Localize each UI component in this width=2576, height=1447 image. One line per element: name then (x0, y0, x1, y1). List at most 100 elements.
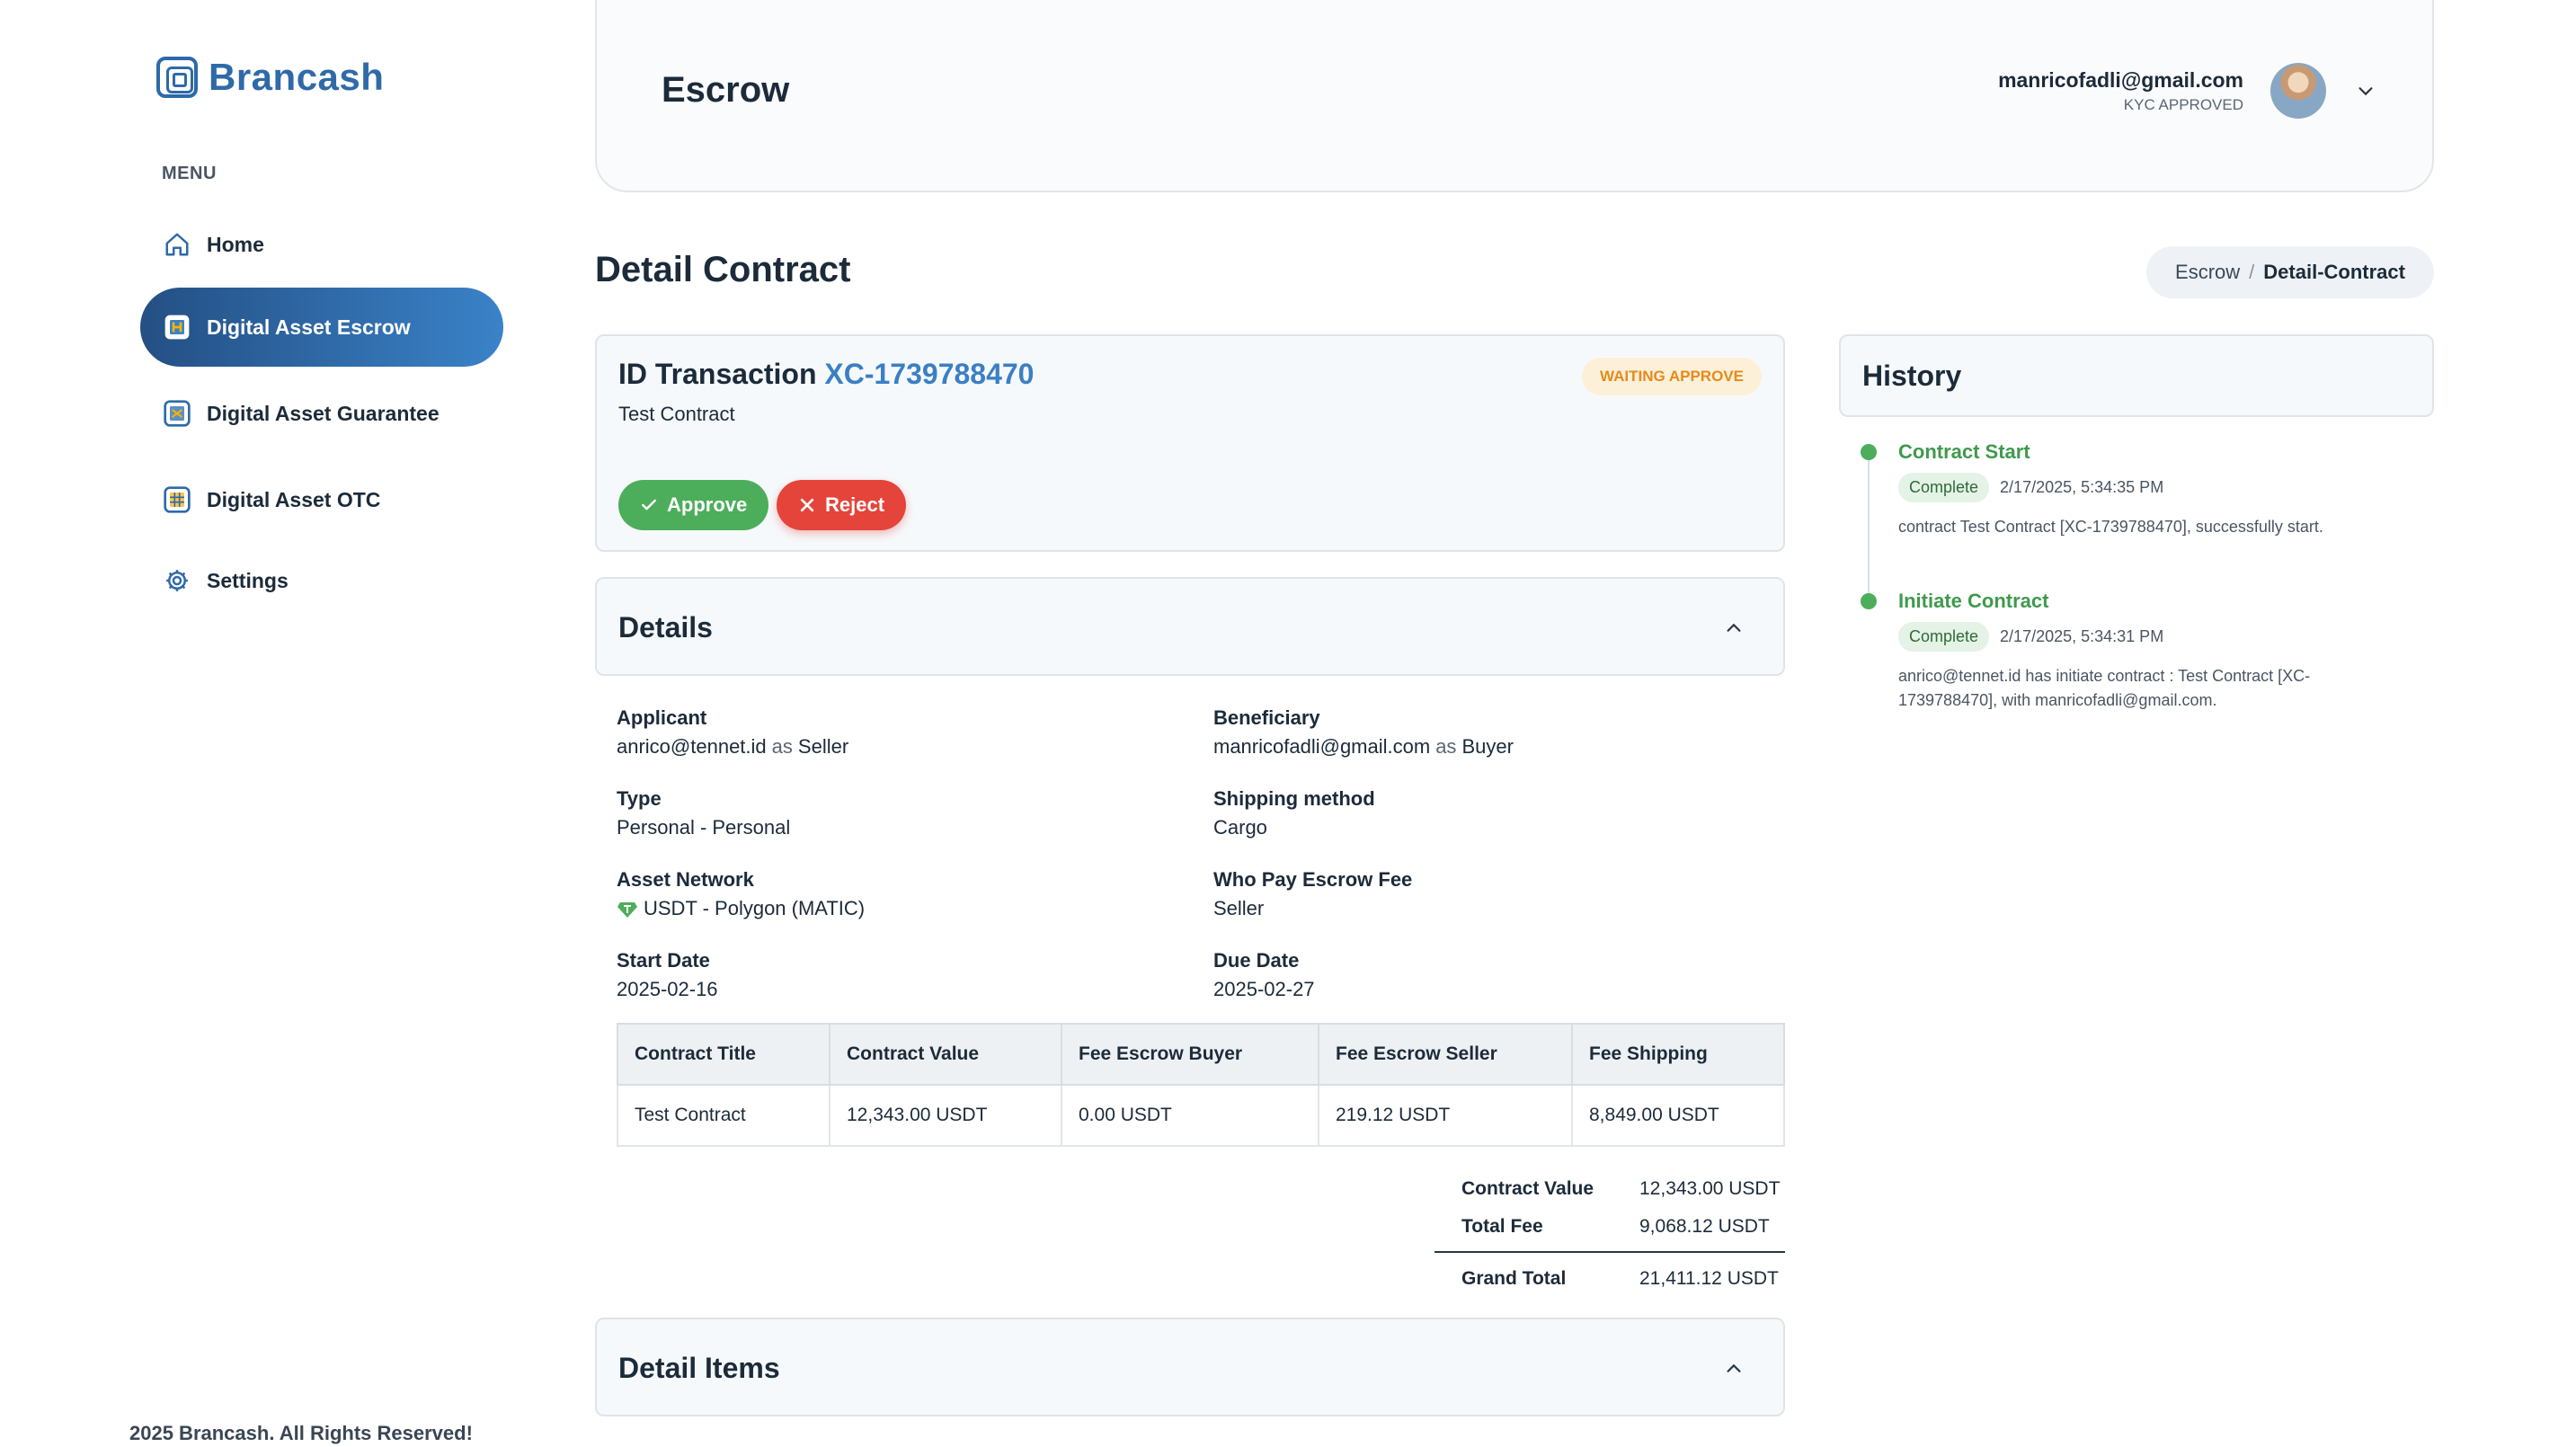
details-section-header[interactable]: Details (595, 577, 1785, 676)
column-header: Fee Shipping (1571, 1023, 1785, 1086)
beneficiary-role: Buyer (1461, 735, 1514, 758)
table-header-row: Contract Title Contract Value Fee Escrow… (617, 1023, 1785, 1086)
network-text: USDT - Polygon (MATIC) (644, 897, 866, 919)
sidebar-item-home[interactable]: Home (140, 205, 503, 284)
detail-items-title: Detail Items (618, 1352, 780, 1384)
brand-name: Brancash (209, 56, 385, 98)
applicant-field: Applicant anrico@tennet.id as Seller (617, 706, 848, 759)
network-label: Asset Network (617, 868, 754, 891)
fee-payer-field: Who Pay Escrow Fee Seller (1213, 868, 1412, 920)
escrow-icon (162, 312, 192, 342)
column-header: Fee Escrow Buyer (1061, 1023, 1319, 1086)
grand-total-row: Grand Total 21,411.12 USDT (1435, 1260, 1785, 1298)
brand-logo[interactable]: Brancash (156, 56, 384, 99)
reject-label: Reject (825, 493, 885, 516)
fee-table: Contract Title Contract Value Fee Escrow… (617, 1023, 1785, 1147)
total-fee-label: Total Fee (1461, 1216, 1543, 1237)
detail-items-section-header[interactable]: Detail Items (595, 1318, 1785, 1416)
applicant-label: Applicant (617, 706, 707, 729)
event-description: anrico@tennet.id has initiate contract :… (1898, 667, 2311, 709)
column-header: Fee Escrow Seller (1318, 1023, 1573, 1086)
approve-button[interactable]: Approve (618, 480, 769, 530)
sidebar-item-settings[interactable]: Settings (140, 541, 503, 620)
approve-label: Approve (667, 493, 748, 516)
shipping-value: Cargo (1213, 816, 1267, 839)
reject-button[interactable]: Reject (777, 480, 907, 530)
otc-icon (162, 484, 192, 515)
applicant-email: anrico@tennet.id (617, 735, 767, 758)
menu-label: MENU (162, 164, 217, 183)
sidebar-item-label: Settings (207, 568, 289, 592)
contract-value-row: Contract Value 12,343.00 USDT (1435, 1170, 1785, 1208)
contract-name: Test Contract (618, 403, 735, 425)
sidebar-item-digital-asset-otc[interactable]: Digital Asset OTC (140, 460, 503, 539)
history-event: Initiate Contract Complete 2/17/2025, 5:… (1861, 590, 2418, 713)
column-header: Contract Title (617, 1023, 831, 1086)
table-cell: 8,849.00 USDT (1571, 1084, 1785, 1147)
history-card: History (1839, 334, 2434, 417)
totals-summary: Contract Value 12,343.00 USDT Total Fee … (1435, 1170, 1785, 1298)
usdt-icon (617, 898, 638, 919)
type-label: Type (617, 787, 662, 810)
history-event: Contract Start Complete 2/17/2025, 5:34:… (1861, 440, 2418, 539)
shipping-field: Shipping method Cargo (1213, 787, 1375, 839)
network-value: USDT - Polygon (MATIC) (617, 897, 865, 920)
type-value: Personal - Personal (617, 816, 791, 839)
table-cell: 12,343.00 USDT (829, 1084, 1062, 1147)
contract-value-label: Contract Value (1461, 1178, 1594, 1199)
history-title: History (1862, 360, 1962, 392)
beneficiary-field: Beneficiary manricofadli@gmail.com as Bu… (1213, 706, 1514, 759)
sidebar-item-digital-asset-guarantee[interactable]: Digital Asset Guarantee (140, 374, 503, 453)
footer-copyright: 2025 Brancash. All Rights Reserved! (129, 1422, 473, 1444)
timeline-dot (1861, 444, 1877, 460)
grand-total-amount: 21,411.12 USDT (1639, 1268, 1779, 1289)
avatar[interactable] (2270, 63, 2326, 119)
beneficiary-email: manricofadli@gmail.com (1213, 735, 1431, 758)
sidebar-item-label: Digital Asset Escrow (207, 315, 411, 339)
grand-total-label: Grand Total (1461, 1268, 1567, 1289)
total-fee-amount: 9,068.12 USDT (1639, 1216, 1770, 1237)
breadcrumb: Escrow / Detail-Contract (2146, 246, 2434, 298)
applicant-as: as (771, 735, 793, 758)
chevron-up-icon[interactable] (1720, 1355, 1747, 1382)
event-title: Contract Start (1898, 440, 2030, 463)
totals-divider (1435, 1251, 1785, 1253)
kyc-status: KYC APPROVED (2123, 95, 2243, 113)
chevron-up-icon[interactable] (1720, 615, 1747, 642)
network-field: Asset Network USDT - Polygon (MATIC) (617, 868, 865, 920)
sidebar-item-label: Home (207, 232, 264, 256)
timeline-dot (1861, 593, 1877, 609)
due-date-field: Due Date 2025-02-27 (1213, 949, 1315, 1001)
sidebar-item-digital-asset-escrow[interactable]: Digital Asset Escrow (140, 288, 503, 367)
check-icon (642, 499, 656, 510)
table-row: Test Contract 12,343.00 USDT 0.00 USDT 2… (617, 1084, 1785, 1147)
event-status-badge: Complete (1898, 622, 1990, 652)
beneficiary-label: Beneficiary (1213, 706, 1320, 729)
details-title: Details (618, 611, 713, 644)
event-status-badge: Complete (1898, 473, 1990, 502)
status-badge: WAITING APPROVE (1582, 358, 1762, 395)
event-time: 2/17/2025, 5:34:31 PM (2000, 627, 2164, 645)
logo-icon (156, 57, 198, 98)
table-cell: 0.00 USDT (1061, 1084, 1319, 1147)
top-header: Escrow manricofadli@gmail.com KYC APPROV… (595, 0, 2434, 192)
sidebar-item-label: Digital Asset OTC (207, 487, 381, 511)
fee-payer-label: Who Pay Escrow Fee (1213, 868, 1413, 891)
event-time: 2/17/2025, 5:34:35 PM (2000, 478, 2164, 496)
guarantee-icon (162, 398, 192, 429)
breadcrumb-separator: / (2249, 261, 2255, 283)
fee-payer-value: Seller (1213, 897, 1265, 919)
home-icon (162, 229, 192, 260)
table-cell: 219.12 USDT (1318, 1084, 1573, 1147)
chevron-down-icon[interactable] (2353, 78, 2378, 103)
event-description: contract Test Contract [XC-1739788470], … (1898, 518, 2323, 536)
close-icon (800, 498, 814, 512)
user-menu[interactable]: manricofadli@gmail.com KYC APPROVED (1998, 63, 2378, 119)
shipping-label: Shipping method (1213, 787, 1375, 810)
contract-value-amount: 12,343.00 USDT (1639, 1178, 1781, 1199)
header-title: Escrow (662, 70, 790, 110)
beneficiary-value: manricofadli@gmail.com as Buyer (1213, 735, 1514, 759)
total-fee-row: Total Fee 9,068.12 USDT (1435, 1208, 1785, 1246)
user-info: manricofadli@gmail.com KYC APPROVED (1998, 68, 2243, 114)
breadcrumb-link-escrow[interactable]: Escrow (2175, 261, 2240, 284)
